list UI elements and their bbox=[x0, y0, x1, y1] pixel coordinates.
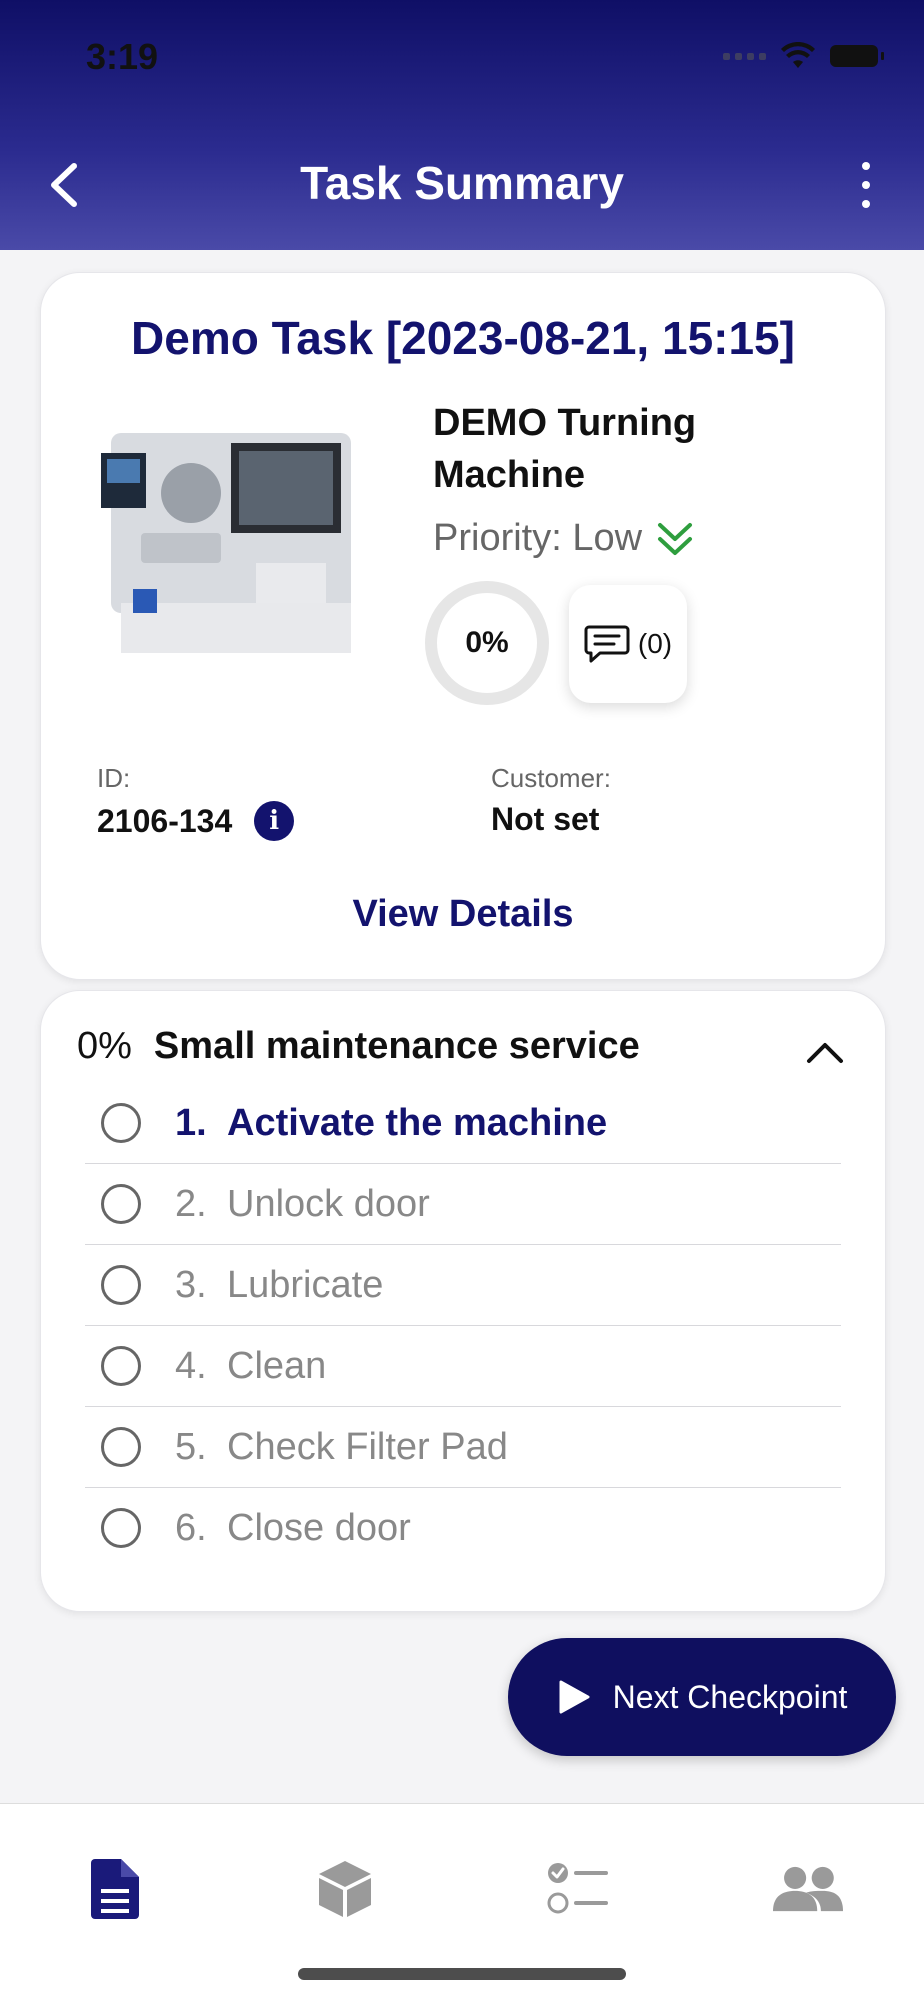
radio-circle-icon[interactable] bbox=[101, 1103, 141, 1143]
item-label: Close door bbox=[227, 1506, 411, 1549]
task-progress-ring: 0% bbox=[425, 581, 549, 705]
users-icon bbox=[773, 1866, 843, 1912]
list-item[interactable]: 5. Check Filter Pad bbox=[85, 1407, 841, 1488]
chevron-up-icon[interactable] bbox=[805, 1037, 845, 1067]
battery-icon bbox=[830, 45, 884, 67]
section-progress: 0% bbox=[77, 1025, 132, 1067]
checklist: 1. Activate the machine 2. Unlock door 3… bbox=[85, 1083, 841, 1568]
next-checkpoint-button[interactable]: Next Checkpoint bbox=[508, 1638, 896, 1756]
list-item[interactable]: 1. Activate the machine bbox=[85, 1083, 841, 1164]
section-header[interactable]: 0% Small maintenance service bbox=[77, 1025, 640, 1068]
radio-circle-icon[interactable] bbox=[101, 1427, 141, 1467]
customer-value: Not set bbox=[491, 801, 600, 837]
task-progress-value: 0% bbox=[465, 626, 509, 659]
view-details-link[interactable]: View Details bbox=[41, 893, 885, 936]
more-menu-icon[interactable] bbox=[856, 162, 876, 208]
task-title: Demo Task [2023-08-21, 15:15] bbox=[131, 312, 795, 364]
machine-name: DEMO Turning Machine bbox=[433, 402, 697, 496]
comments-button[interactable]: (0) bbox=[569, 585, 687, 703]
item-label: Unlock door bbox=[227, 1182, 430, 1225]
tab-team[interactable] bbox=[773, 1854, 843, 1924]
list-item[interactable]: 6. Close door bbox=[85, 1488, 841, 1568]
comments-count: (0) bbox=[637, 628, 673, 659]
info-icon[interactable]: i bbox=[254, 801, 295, 841]
priority-label: Priority: Low bbox=[433, 517, 643, 559]
tab-parts[interactable] bbox=[310, 1854, 380, 1924]
tab-summary[interactable] bbox=[80, 1854, 150, 1924]
item-label: Activate the machine bbox=[227, 1101, 608, 1144]
item-number: 6. bbox=[175, 1506, 207, 1549]
item-number: 5. bbox=[175, 1425, 207, 1468]
item-number: 4. bbox=[175, 1344, 207, 1387]
id-value-row: 2106-134 i bbox=[97, 801, 295, 841]
item-label: Clean bbox=[227, 1344, 327, 1387]
tab-checklist[interactable] bbox=[543, 1854, 613, 1924]
radio-circle-icon[interactable] bbox=[101, 1508, 141, 1548]
wifi-icon bbox=[781, 42, 815, 68]
machine-image bbox=[101, 433, 351, 653]
item-number: 3. bbox=[175, 1263, 207, 1306]
item-number: 1. bbox=[175, 1101, 207, 1144]
radio-circle-icon[interactable] bbox=[101, 1184, 141, 1224]
id-label: ID: bbox=[97, 763, 131, 793]
status-time: 3:19 bbox=[86, 36, 159, 77]
customer-label: Customer: bbox=[491, 763, 611, 793]
page-title: Task Summary bbox=[300, 157, 624, 209]
list-item[interactable]: 2. Unlock door bbox=[85, 1164, 841, 1245]
item-label: Lubricate bbox=[227, 1263, 384, 1306]
checklist-card: 0% Small maintenance service 1. Activate… bbox=[40, 990, 886, 1612]
radio-circle-icon[interactable] bbox=[101, 1346, 141, 1386]
play-icon bbox=[559, 1680, 590, 1714]
app-header: 3:19 Task Summary bbox=[0, 0, 924, 250]
signal-icon bbox=[723, 52, 766, 60]
home-indicator bbox=[298, 1968, 626, 1980]
next-checkpoint-label: Next Checkpoint bbox=[612, 1678, 848, 1715]
checklist-icon bbox=[547, 1863, 608, 1914]
box-icon bbox=[319, 1861, 371, 1917]
comment-icon bbox=[584, 625, 630, 663]
double-chevron-down-icon bbox=[658, 522, 693, 555]
priority: Priority: Low bbox=[433, 517, 694, 560]
list-item[interactable]: 3. Lubricate bbox=[85, 1245, 841, 1326]
item-label: Check Filter Pad bbox=[227, 1425, 508, 1468]
task-summary-card: Demo Task [2023-08-21, 15:15] DEMO Turni… bbox=[40, 272, 886, 980]
id-value: 2106-134 bbox=[97, 802, 233, 839]
document-icon bbox=[91, 1859, 139, 1919]
radio-circle-icon[interactable] bbox=[101, 1265, 141, 1305]
section-title: Small maintenance service bbox=[153, 1025, 640, 1067]
status-icons bbox=[723, 42, 884, 70]
list-item[interactable]: 4. Clean bbox=[85, 1326, 841, 1407]
item-number: 2. bbox=[175, 1182, 207, 1225]
